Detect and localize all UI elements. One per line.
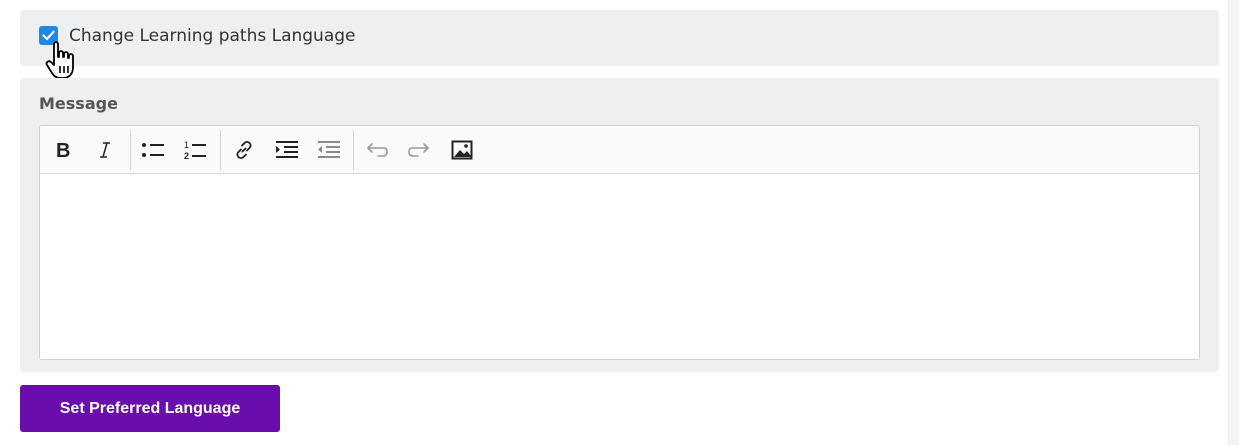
indent-button[interactable] (272, 136, 302, 164)
numbered-list-icon: 1 2 (184, 140, 206, 161)
numbered-list-button[interactable]: 1 2 (180, 136, 210, 164)
toolbar-separator (130, 130, 131, 170)
change-language-checkbox[interactable] (39, 26, 58, 45)
link-button[interactable] (229, 136, 259, 164)
bulleted-list-icon (142, 143, 164, 157)
editor-toolbar: B 1 2 (40, 126, 1199, 174)
italic-icon (100, 142, 110, 158)
undo-button[interactable] (362, 136, 392, 164)
redo-button[interactable] (404, 136, 434, 164)
page: Change Learning paths Language Message B (0, 0, 1228, 445)
link-icon (236, 140, 252, 160)
toolbar-separator (353, 130, 354, 170)
language-option-panel: Change Learning paths Language (20, 10, 1219, 66)
undo-icon (367, 143, 388, 157)
change-language-label[interactable]: Change Learning paths Language (69, 25, 356, 47)
scrollbar-track[interactable] (1228, 0, 1239, 445)
bulleted-list-button[interactable] (138, 136, 168, 164)
svg-text:2: 2 (184, 151, 189, 161)
message-panel: Message B 1 2 (20, 78, 1219, 372)
svg-text:1: 1 (184, 140, 189, 150)
outdent-button[interactable] (314, 136, 344, 164)
toolbar-separator (220, 130, 221, 170)
checkmark-icon (42, 30, 55, 41)
italic-button[interactable] (90, 136, 120, 164)
redo-icon (408, 143, 429, 157)
svg-text:B: B (56, 141, 70, 159)
message-label: Message (39, 94, 118, 113)
insert-image-button[interactable] (447, 136, 477, 164)
indent-icon (276, 141, 298, 158)
message-text-area[interactable] (40, 174, 1199, 359)
bold-icon: B (56, 141, 70, 159)
bold-button[interactable]: B (48, 136, 78, 164)
image-icon (451, 140, 473, 160)
message-editor: B 1 2 (39, 125, 1200, 360)
outdent-icon (318, 141, 340, 158)
set-preferred-language-button[interactable]: Set Preferred Language (20, 385, 280, 432)
